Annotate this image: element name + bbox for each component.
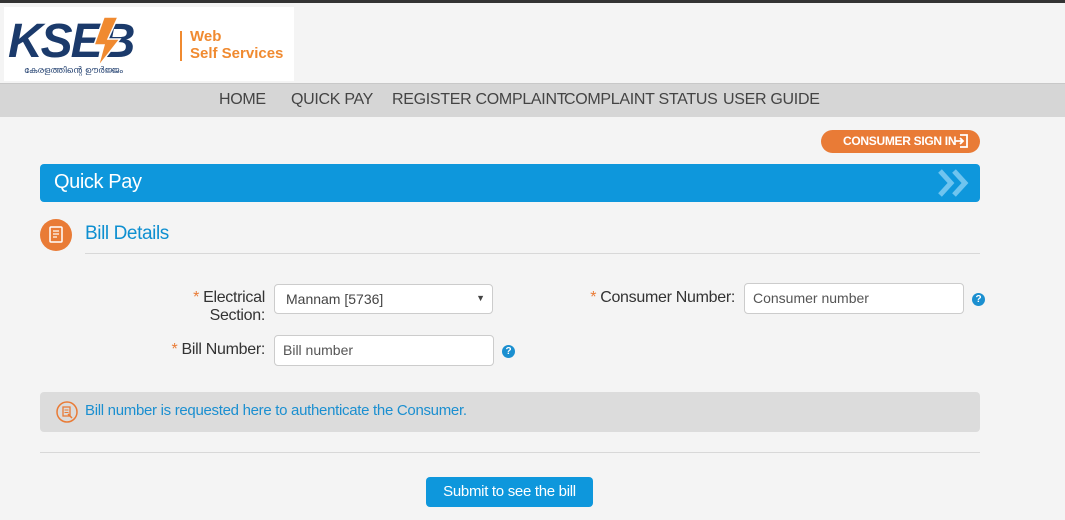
nav-item-user-guide[interactable]: USER GUIDE (723, 91, 820, 109)
consumer-number-label: * Consumer Number: (590, 289, 735, 306)
nav-item-register-complaint[interactable]: REGISTER COMPLAINT (392, 91, 566, 109)
logo-tagline: കേരളത്തിന്റെ ഊർജ്ജം (24, 66, 123, 76)
consumer-number-input[interactable]: Consumer number (744, 283, 964, 314)
electrical-section-label: * Electrical Section: (193, 289, 265, 324)
self-services-label: Self Services (190, 45, 284, 62)
page-title: Quick Pay (54, 171, 142, 193)
nav-item-complaint-status[interactable]: COMPLAINT STATUS (564, 91, 718, 109)
bill-number-label: * Bill Number: (171, 341, 266, 358)
form-divider (40, 452, 980, 453)
consumer-number-placeholder: Consumer number (753, 290, 869, 306)
double-chevron-right-icon (938, 169, 969, 197)
bill-number-help-icon[interactable]: ? (502, 345, 515, 358)
electrical-section-value: Mannam [5736] (286, 291, 384, 307)
required-marker: * (171, 341, 178, 358)
logo-divider (180, 31, 182, 61)
logo[interactable]: KSEB കേരളത്തിന്റെ ഊർജ്ജം Web Self Servic… (4, 7, 294, 81)
web-label: Web (190, 28, 222, 45)
info-note-icon (56, 401, 78, 423)
consumer-number-help-icon[interactable]: ? (972, 293, 985, 306)
bill-number-input[interactable]: Bill number (274, 335, 494, 366)
sign-in-icon (955, 134, 968, 148)
bill-number-placeholder: Bill number (283, 342, 354, 358)
caret-down-icon: ▼ (476, 293, 485, 303)
bill-document-icon (40, 219, 72, 251)
required-marker: * (590, 289, 597, 306)
section-divider (85, 253, 980, 254)
bill-details-heading: Bill Details (85, 223, 169, 244)
nav-item-home[interactable]: HOME (219, 91, 266, 109)
site-header: KSEB കേരളത്തിന്റെ ഊർജ്ജം Web Self Servic… (0, 3, 1065, 83)
nav-item-quick-pay[interactable]: QUICK PAY (291, 91, 373, 109)
sign-in-label: CONSUMER SIGN IN (843, 134, 957, 148)
quick-pay-header-bar: Quick Pay (40, 164, 980, 202)
info-message-text: Bill number is requested here to authent… (85, 402, 467, 419)
main-nav: HOME QUICK PAY REGISTER COMPLAINT COMPLA… (0, 83, 1065, 117)
kseb-logo-icon: KSEB (8, 15, 136, 68)
consumer-sign-in-button[interactable]: CONSUMER SIGN IN (821, 130, 980, 153)
electrical-section-select[interactable]: Mannam [5736] ▼ (274, 284, 493, 314)
info-message-box: Bill number is requested here to authent… (40, 392, 980, 432)
submit-button[interactable]: Submit to see the bill (426, 477, 593, 507)
required-marker: * (193, 289, 200, 306)
